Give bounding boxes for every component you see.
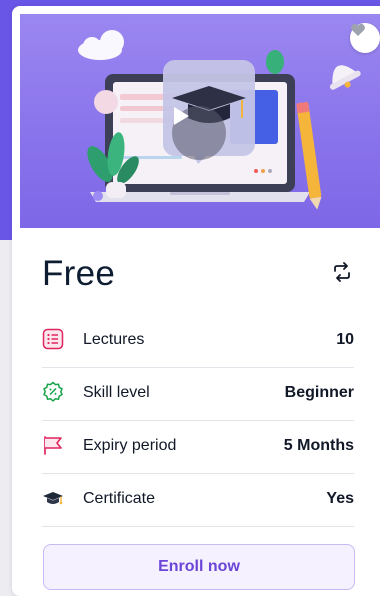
course-price: Free [42,254,116,293]
detail-value: 10 [336,331,354,348]
detail-value: Beginner [284,384,354,401]
detail-row-certificate: Certificate Yes [42,473,354,527]
detail-value: 5 Months [283,437,354,454]
repeat-share-icon[interactable] [331,262,353,287]
graduation-cap-icon [42,487,64,509]
detail-row-lectures: Lectures 10 [42,314,354,368]
course-card: Free Lectures 10 Skill level Beginner Ex… [12,6,380,596]
flag-icon [42,434,64,456]
detail-value: Yes [326,490,354,507]
detail-label: Expiry period [83,437,177,454]
play-button[interactable] [172,106,226,160]
wishlist-button[interactable] [350,23,380,53]
heart-icon [351,23,365,36]
enroll-now-button[interactable]: Enroll now [43,544,355,590]
play-icon [174,107,189,125]
lectures-list-icon [42,328,64,350]
detail-label: Lectures [83,331,145,348]
detail-label: Certificate [83,490,156,507]
detail-row-expiry-period: Expiry period 5 Months [42,420,354,474]
detail-row-skill-level: Skill level Beginner [42,367,354,421]
detail-label: Skill level [83,384,150,401]
skill-badge-icon [42,381,64,403]
course-preview-video[interactable] [20,14,380,228]
